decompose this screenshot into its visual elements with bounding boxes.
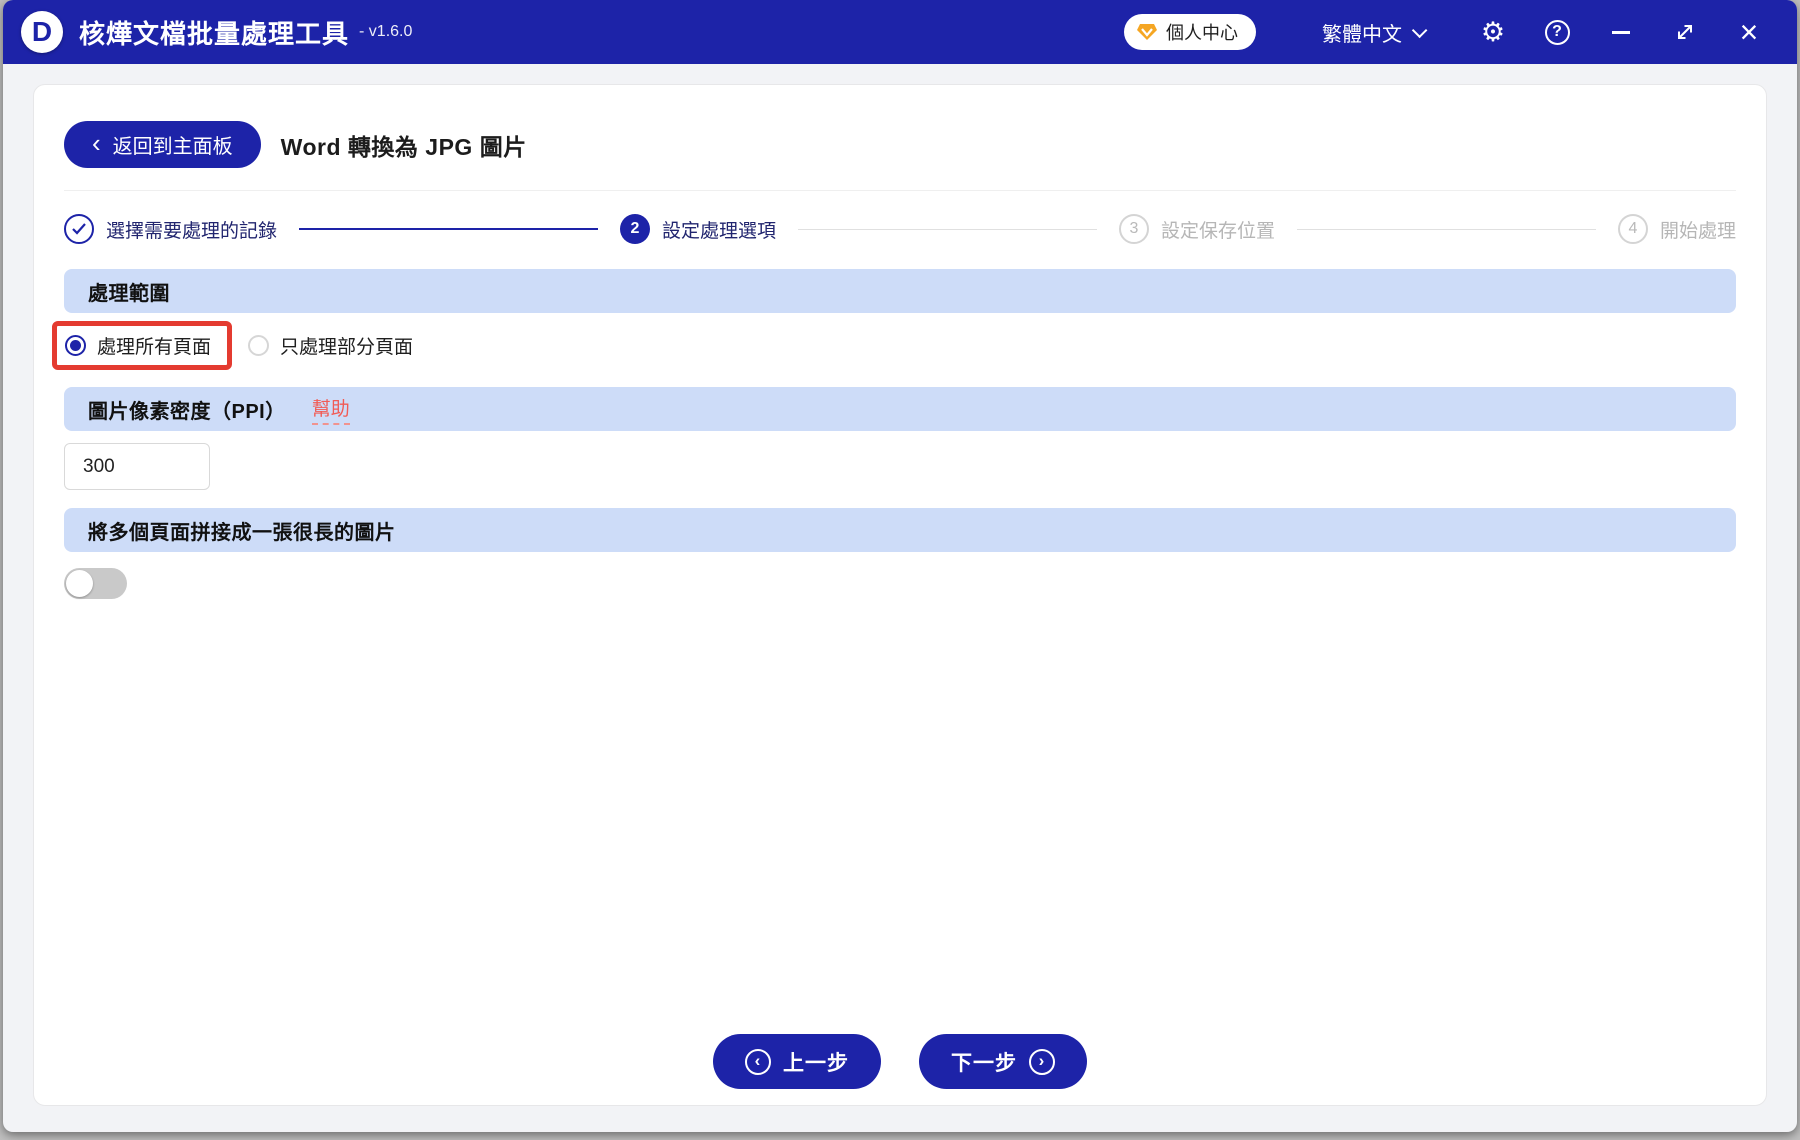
range-options: 處理所有頁面 只處理部分頁面: [52, 320, 1736, 370]
step-4-start-processing: 4 開始處理: [1618, 214, 1736, 244]
radio-process-partial-pages[interactable]: 只處理部分頁面: [248, 332, 413, 359]
radio-label: 只處理部分頁面: [280, 336, 414, 358]
window-body: ‹ 返回到主面板 Word 轉換為 JPG 圖片 選擇需要處理的記錄 2 設定處…: [3, 64, 1797, 1132]
minimize-button[interactable]: [1597, 10, 1645, 54]
step-1-select-records: 選擇需要處理的記錄: [64, 214, 277, 244]
titlebar-icons: ⚙ ? ×: [1453, 10, 1773, 54]
step-3-save-location: 3 設定保存位置: [1119, 214, 1275, 244]
step-connector: [299, 228, 598, 230]
section-title: 將多個頁面拼接成一張很長的圖片: [88, 521, 396, 544]
section-title: 處理範圍: [88, 282, 170, 305]
maximize-button[interactable]: [1661, 10, 1709, 54]
language-selector[interactable]: 繁體中文: [1322, 18, 1428, 47]
back-to-dashboard-button[interactable]: ‹ 返回到主面板: [64, 121, 261, 168]
user-center-label: 個人中心: [1166, 23, 1238, 43]
main-card: ‹ 返回到主面板 Word 轉換為 JPG 圖片 選擇需要處理的記錄 2 設定處…: [33, 84, 1767, 1106]
app-title: 核燁文檔批量處理工具: [79, 18, 350, 49]
help-button[interactable]: ?: [1533, 10, 1581, 54]
step-2-processing-options: 2 設定處理選項: [620, 214, 776, 244]
circle-chevron-left-icon: ‹: [745, 1048, 771, 1075]
step-connector: [798, 228, 1097, 230]
card-header: ‹ 返回到主面板 Word 轉換為 JPG 圖片: [64, 85, 1736, 191]
step-connector: [1297, 228, 1596, 230]
logo-letter: D: [31, 16, 53, 47]
close-button[interactable]: ×: [1725, 10, 1773, 54]
toggle-knob: [66, 570, 93, 597]
titlebar: D 核燁文檔批量處理工具 - v1.6.0 個人中心 繁體中文 ⚙ ? ×: [3, 0, 1797, 64]
page-title: Word 轉換為 JPG 圖片: [280, 133, 527, 160]
step-label: 設定處理選項: [662, 220, 777, 242]
step-4-number: 4: [1618, 214, 1648, 244]
help-circle-icon: ?: [1544, 19, 1570, 45]
ppi-input[interactable]: [64, 443, 210, 490]
settings-button[interactable]: ⚙: [1469, 10, 1517, 54]
back-button-label: 返回到主面板: [112, 136, 233, 158]
section-stitch-pages: 將多個頁面拼接成一張很長的圖片: [64, 508, 1736, 552]
step-label: 開始處理: [1660, 220, 1737, 242]
chevron-left-icon: ‹: [92, 127, 101, 158]
language-label: 繁體中文: [1322, 23, 1402, 46]
previous-step-label: 上一步: [783, 1051, 849, 1075]
minimize-icon: [1612, 30, 1630, 34]
next-step-button[interactable]: 下一步 ›: [919, 1034, 1087, 1089]
radio-unselected-icon[interactable]: [248, 334, 270, 356]
step-indicator: 選擇需要處理的記錄 2 設定處理選項 3 設定保存位置 4 開始處理: [64, 207, 1736, 251]
app-version: - v1.6.0: [359, 23, 413, 40]
circle-chevron-right-icon: ›: [1029, 1048, 1055, 1075]
vip-gem-icon: [1137, 24, 1157, 40]
close-icon: ×: [1739, 14, 1759, 50]
ppi-help-link[interactable]: 幫助: [311, 394, 350, 425]
section-title: 圖片像素密度（PPI）: [88, 400, 286, 423]
footer-nav: ‹ 上一步 下一步 ›: [34, 1034, 1766, 1089]
resize-diagonal-icon: [1678, 25, 1692, 39]
app-window: D 核燁文檔批量處理工具 - v1.6.0 個人中心 繁體中文 ⚙ ? × ‹ …: [3, 0, 1797, 1132]
stitch-toggle-off[interactable]: [64, 568, 127, 599]
user-center-button[interactable]: 個人中心: [1124, 14, 1256, 50]
section-ppi: 圖片像素密度（PPI） 幫助: [64, 387, 1736, 431]
chevron-down-icon: [1411, 22, 1428, 38]
step-2-number: 2: [620, 214, 650, 244]
step-3-number: 3: [1119, 214, 1149, 244]
gear-icon: ⚙: [1480, 16, 1506, 48]
radio-selected-icon[interactable]: [65, 334, 86, 356]
radio-label: 處理所有頁面: [97, 336, 212, 358]
previous-step-button[interactable]: ‹ 上一步: [713, 1034, 881, 1089]
step-1-check-icon: [64, 214, 94, 244]
step-label: 選擇需要處理的記錄: [106, 220, 278, 242]
app-logo: D: [21, 11, 63, 53]
step-label: 設定保存位置: [1161, 220, 1276, 242]
radio-process-all-pages[interactable]: 處理所有頁面: [65, 332, 211, 359]
section-processing-range: 處理範圍: [64, 269, 1736, 313]
next-step-label: 下一步: [951, 1051, 1017, 1075]
red-highlight-box: 處理所有頁面: [52, 320, 233, 370]
